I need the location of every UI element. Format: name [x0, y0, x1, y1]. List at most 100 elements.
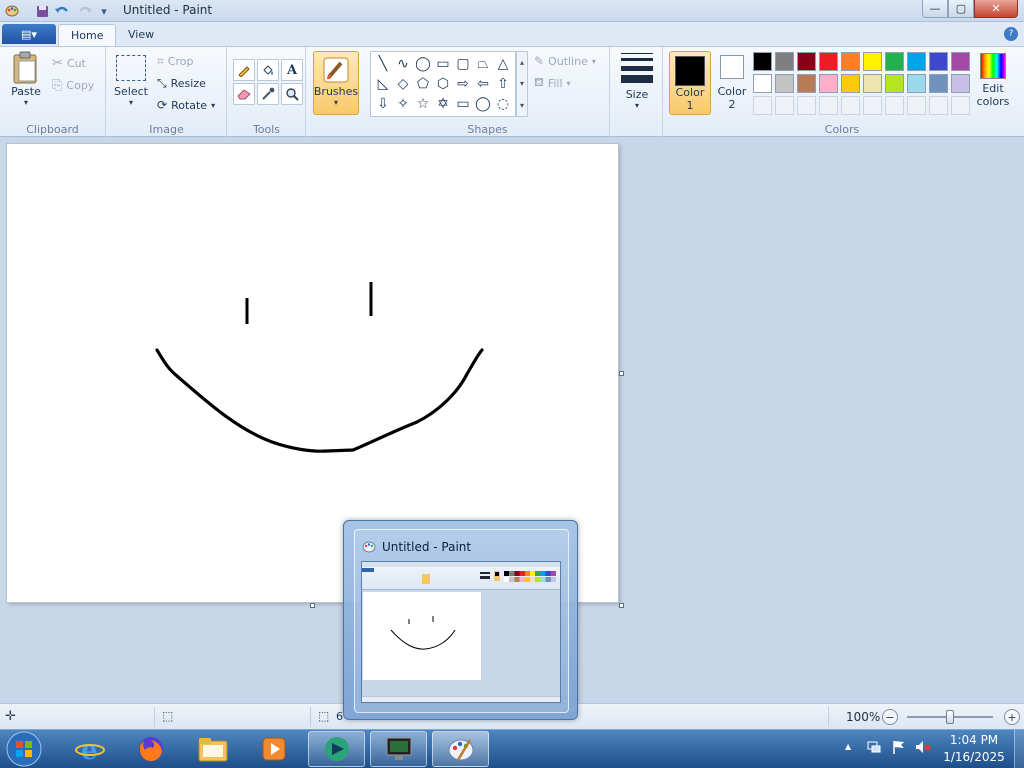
- taskbar-terminal-open[interactable]: [370, 731, 427, 767]
- clock-date[interactable]: 1/16/2025: [936, 750, 1012, 764]
- action-center-flag-icon[interactable]: [891, 739, 907, 755]
- palette-color-swatch[interactable]: [907, 74, 926, 93]
- taskbar-paint-active[interactable]: [432, 731, 489, 767]
- shape-item[interactable]: ▭: [453, 94, 473, 114]
- magnifier-icon[interactable]: [281, 83, 303, 105]
- palette-color-swatch[interactable]: [907, 52, 926, 71]
- shape-item[interactable]: ▢: [453, 54, 473, 74]
- palette-color-swatch[interactable]: [929, 52, 948, 71]
- resize-handle-bottom[interactable]: [310, 603, 315, 608]
- paste-button[interactable]: Paste ▾: [6, 51, 46, 107]
- custom-color-slot[interactable]: [753, 96, 772, 115]
- start-button[interactable]: [3, 729, 45, 768]
- palette-color-swatch[interactable]: [775, 74, 794, 93]
- custom-color-slot[interactable]: [775, 96, 794, 115]
- brushes-button[interactable]: Brushes ▾: [313, 51, 359, 115]
- shape-item[interactable]: ⏢: [473, 54, 493, 74]
- zoom-slider-thumb[interactable]: [946, 710, 954, 724]
- outline-button[interactable]: ✎ Outline ▾: [534, 51, 596, 71]
- custom-color-slot[interactable]: [929, 96, 948, 115]
- palette-color-swatch[interactable]: [753, 74, 772, 93]
- shape-item[interactable]: ⇦: [473, 74, 493, 94]
- custom-color-slot[interactable]: [907, 96, 926, 115]
- shape-item[interactable]: ✡: [433, 94, 453, 114]
- scroll-down-icon[interactable]: ▾: [520, 79, 524, 88]
- shape-item[interactable]: ◯: [473, 94, 493, 114]
- shape-item[interactable]: △: [493, 54, 513, 74]
- shape-item[interactable]: ✧: [393, 94, 413, 114]
- color-picker-icon[interactable]: [257, 83, 279, 105]
- resize-handle-corner[interactable]: [619, 603, 624, 608]
- tab-view[interactable]: View: [116, 24, 166, 46]
- edit-colors-button[interactable]: Edit colors: [976, 53, 1010, 108]
- shape-item[interactable]: ☆: [413, 94, 433, 114]
- clock-time[interactable]: 1:04 PM: [936, 733, 1012, 747]
- palette-color-swatch[interactable]: [885, 52, 904, 71]
- palette-color-swatch[interactable]: [819, 74, 838, 93]
- palette-color-swatch[interactable]: [775, 52, 794, 71]
- zoom-out-button[interactable]: −: [882, 709, 898, 725]
- zoom-slider-track[interactable]: [907, 710, 993, 724]
- taskbar-media-player[interactable]: [245, 731, 302, 767]
- show-desktop-button[interactable]: [1014, 730, 1024, 768]
- help-icon[interactable]: ?: [1004, 27, 1018, 41]
- minimize-button[interactable]: —: [922, 0, 948, 18]
- fill-icon[interactable]: [257, 59, 279, 81]
- select-button[interactable]: Select ▾: [113, 55, 149, 107]
- shape-item[interactable]: ▭: [433, 54, 453, 74]
- fill-button[interactable]: ⛾ Fill ▾: [534, 73, 571, 93]
- shape-item[interactable]: ∿: [393, 54, 413, 74]
- custom-color-slot[interactable]: [819, 96, 838, 115]
- color1-button[interactable]: Color 1: [669, 51, 711, 115]
- network-icon[interactable]: [866, 739, 882, 755]
- palette-color-swatch[interactable]: [951, 74, 970, 93]
- palette-color-swatch[interactable]: [863, 52, 882, 71]
- palette-color-swatch[interactable]: [885, 74, 904, 93]
- palette-color-swatch[interactable]: [841, 74, 860, 93]
- zoom-in-button[interactable]: +: [1004, 709, 1020, 725]
- crop-button[interactable]: ⌗ Crop: [157, 51, 193, 71]
- scroll-up-icon[interactable]: ▴: [520, 58, 524, 67]
- show-hidden-icons-button[interactable]: ▲: [845, 742, 851, 751]
- taskbar-file-explorer[interactable]: [184, 731, 241, 767]
- palette-color-swatch[interactable]: [797, 52, 816, 71]
- pencil-icon[interactable]: [233, 59, 255, 81]
- palette-color-swatch[interactable]: [929, 74, 948, 93]
- taskbar-app-open[interactable]: [308, 731, 365, 767]
- palette-color-swatch[interactable]: [863, 74, 882, 93]
- paint-menu-button[interactable]: ▤▾: [2, 24, 56, 44]
- shape-item[interactable]: ⬡: [433, 74, 453, 94]
- shape-item[interactable]: ◌: [493, 94, 513, 114]
- copy-button[interactable]: ⎘ Copy: [52, 75, 94, 95]
- expand-gallery-icon[interactable]: ▾: [520, 101, 524, 110]
- palette-color-swatch[interactable]: [841, 52, 860, 71]
- custom-color-slot[interactable]: [885, 96, 904, 115]
- volume-muted-icon[interactable]: [914, 739, 932, 755]
- eraser-icon[interactable]: [233, 83, 255, 105]
- cut-button[interactable]: ✂ Cut: [52, 53, 86, 73]
- close-button[interactable]: ✕: [974, 0, 1018, 18]
- rotate-button[interactable]: ⟳ Rotate ▾: [157, 95, 215, 115]
- color2-button[interactable]: Color 2: [714, 55, 750, 111]
- shape-item[interactable]: ◇: [393, 74, 413, 94]
- shape-item[interactable]: ⬠: [413, 74, 433, 94]
- resize-handle-right[interactable]: [619, 371, 624, 376]
- text-icon[interactable]: A: [281, 59, 303, 81]
- palette-color-swatch[interactable]: [951, 52, 970, 71]
- custom-color-slot[interactable]: [841, 96, 860, 115]
- resize-button[interactable]: ⤡ Resize: [157, 73, 206, 93]
- shape-item[interactable]: ⇨: [453, 74, 473, 94]
- palette-color-swatch[interactable]: [797, 74, 816, 93]
- maximize-button[interactable]: ▢: [948, 0, 974, 18]
- taskbar-firefox[interactable]: [122, 731, 179, 767]
- custom-color-slot[interactable]: [797, 96, 816, 115]
- custom-color-slot[interactable]: [951, 96, 970, 115]
- palette-color-swatch[interactable]: [753, 52, 772, 71]
- shapes-scroll[interactable]: ▴ ▾ ▾: [516, 51, 528, 117]
- shape-item[interactable]: ◺: [373, 74, 393, 94]
- taskbar-thumbnail-preview[interactable]: Untitled - Paint: [343, 520, 578, 720]
- shape-item[interactable]: ◯: [413, 54, 433, 74]
- size-button[interactable]: Size ▾: [617, 53, 657, 110]
- palette-color-swatch[interactable]: [819, 52, 838, 71]
- custom-color-slot[interactable]: [863, 96, 882, 115]
